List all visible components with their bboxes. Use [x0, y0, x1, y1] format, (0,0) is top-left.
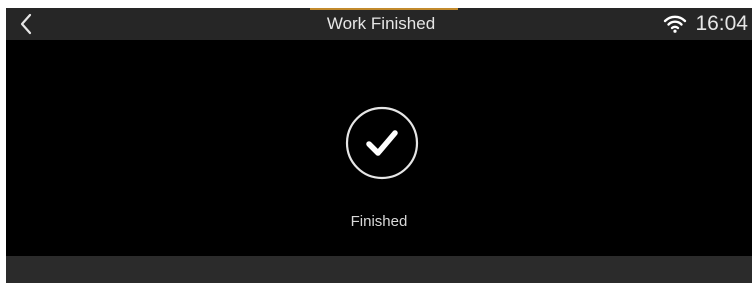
chevron-left-icon — [20, 13, 32, 35]
header-bar: Work Finished 16:04 — [6, 8, 752, 40]
footer-bar — [6, 256, 752, 283]
page-title: Work Finished — [326, 14, 436, 33]
device-screen: Work Finished 16:04 Finished — [6, 8, 752, 283]
wifi-icon — [664, 15, 687, 33]
finished-message: Finished — [350, 213, 408, 230]
check-circle-icon — [345, 106, 419, 180]
main-content: Finished — [6, 40, 752, 256]
status-area: 16:04 — [663, 8, 748, 40]
status-time: 16:04 — [695, 12, 748, 35]
back-button[interactable] — [12, 10, 40, 38]
